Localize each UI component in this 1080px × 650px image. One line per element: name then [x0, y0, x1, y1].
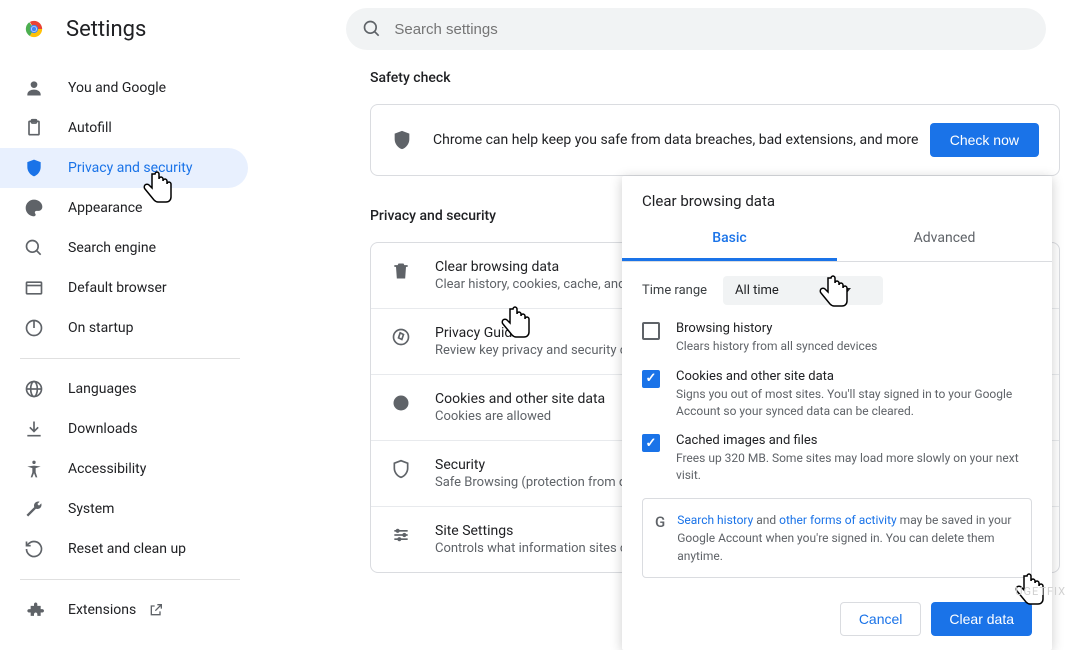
google-g-icon: G [655, 513, 665, 531]
compass-icon [391, 327, 411, 347]
dialog-title: Clear browsing data [622, 176, 1052, 218]
sidebar-item-downloads[interactable]: Downloads [0, 409, 248, 449]
time-range-value: All time [735, 283, 779, 298]
check-now-button[interactable]: Check now [930, 123, 1039, 157]
option-cookies[interactable]: Cookies and other site data Signs you out… [642, 369, 1032, 420]
search-box[interactable] [346, 8, 1046, 50]
globe-icon [24, 379, 44, 399]
accessibility-icon [24, 459, 44, 479]
sidebar-item-label: Accessibility [68, 461, 146, 477]
sidebar-item-label: System [68, 501, 114, 517]
row-subtitle: Cookies are allowed [435, 409, 605, 424]
option-title: Cookies and other site data [676, 369, 1032, 384]
sidebar-item-on-startup[interactable]: On startup [0, 308, 248, 348]
sliders-icon [391, 525, 411, 545]
sidebar-item-extensions[interactable]: Extensions [0, 590, 248, 630]
download-icon [24, 419, 44, 439]
chevron-down-icon [841, 288, 851, 294]
option-browsing-history[interactable]: Browsing history Clears history from all … [642, 321, 1032, 355]
sidebar-item-search-engine[interactable]: Search engine [0, 228, 248, 268]
safety-check-card: Chrome can help keep you safe from data … [370, 104, 1060, 176]
option-cached[interactable]: Cached images and files Frees up 320 MB. … [642, 433, 1032, 484]
option-subtitle: Frees up 320 MB. Some sites may load mor… [676, 450, 1032, 484]
clear-data-button[interactable]: Clear data [931, 602, 1032, 636]
sidebar-item-label: Default browser [68, 280, 167, 296]
clear-browsing-data-dialog: Clear browsing data Basic Advanced Time … [622, 176, 1052, 650]
restore-icon [24, 539, 44, 559]
trash-icon [391, 261, 411, 281]
divider [20, 579, 240, 580]
shield-icon [391, 459, 411, 479]
sidebar-item-system[interactable]: System [0, 489, 248, 529]
sidebar-item-label: Privacy and security [68, 160, 192, 176]
sidebar-item-label: Appearance [68, 200, 142, 216]
row-title: Cookies and other site data [435, 391, 605, 407]
divider [20, 358, 240, 359]
option-title: Cached images and files [676, 433, 1032, 448]
wrench-icon [24, 499, 44, 519]
checkbox-browsing-history[interactable] [642, 322, 660, 340]
link-other-activity[interactable]: other forms of activity [779, 513, 897, 527]
option-title: Browsing history [676, 321, 877, 336]
sidebar-item-appearance[interactable]: Appearance [0, 188, 248, 228]
external-link-icon [148, 602, 164, 618]
link-search-history[interactable]: Search history [677, 513, 753, 527]
tab-basic[interactable]: Basic [622, 218, 837, 261]
palette-icon [24, 198, 44, 218]
page-title: Settings [66, 17, 146, 42]
sidebar-item-label: You and Google [68, 80, 166, 96]
sidebar-item-label: Languages [68, 381, 137, 397]
extension-icon [24, 600, 44, 620]
sidebar-item-accessibility[interactable]: Accessibility [0, 449, 248, 489]
sidebar-item-label: Reset and clean up [68, 541, 186, 557]
option-subtitle: Signs you out of most sites. You'll stay… [676, 386, 1032, 420]
time-range-select[interactable]: All time [723, 276, 883, 305]
sidebar-item-label: Extensions [68, 602, 136, 618]
sidebar-item-label: Search engine [68, 240, 156, 256]
search-icon [362, 19, 382, 39]
sidebar-item-you-and-google[interactable]: You and Google [0, 68, 248, 108]
chrome-logo [20, 15, 48, 43]
sidebar-item-label: On startup [68, 320, 134, 336]
cookie-icon [391, 393, 411, 413]
search-input[interactable] [394, 21, 1030, 38]
sidebar-item-autofill[interactable]: Autofill [0, 108, 248, 148]
sidebar-item-languages[interactable]: Languages [0, 369, 248, 409]
sidebar-item-label: Autofill [68, 120, 112, 136]
sidebar-item-reset[interactable]: Reset and clean up [0, 529, 248, 569]
tab-advanced[interactable]: Advanced [837, 218, 1052, 261]
shield-icon [391, 129, 413, 151]
info-box: G Search history and other forms of acti… [642, 498, 1032, 578]
safety-check-text: Chrome can help keep you safe from data … [433, 132, 930, 148]
clipboard-icon [24, 118, 44, 138]
power-icon [24, 318, 44, 338]
person-icon [24, 78, 44, 98]
shield-icon [24, 158, 44, 178]
watermark: UGETFIX [1015, 585, 1066, 598]
info-text: Search history and other forms of activi… [677, 511, 1019, 565]
sidebar: You and Google Autofill Privacy and secu… [0, 58, 260, 640]
sidebar-item-default-browser[interactable]: Default browser [0, 268, 248, 308]
section-title-safety: Safety check [370, 70, 1060, 86]
browser-icon [24, 278, 44, 298]
sidebar-item-privacy-security[interactable]: Privacy and security [0, 148, 248, 188]
checkbox-cookies[interactable] [642, 370, 660, 388]
option-subtitle: Clears history from all synced devices [676, 338, 877, 355]
sidebar-item-label: Downloads [68, 421, 138, 437]
time-range-label: Time range [642, 283, 707, 298]
cancel-button[interactable]: Cancel [840, 602, 922, 636]
search-icon [24, 238, 44, 258]
checkbox-cached[interactable] [642, 434, 660, 452]
